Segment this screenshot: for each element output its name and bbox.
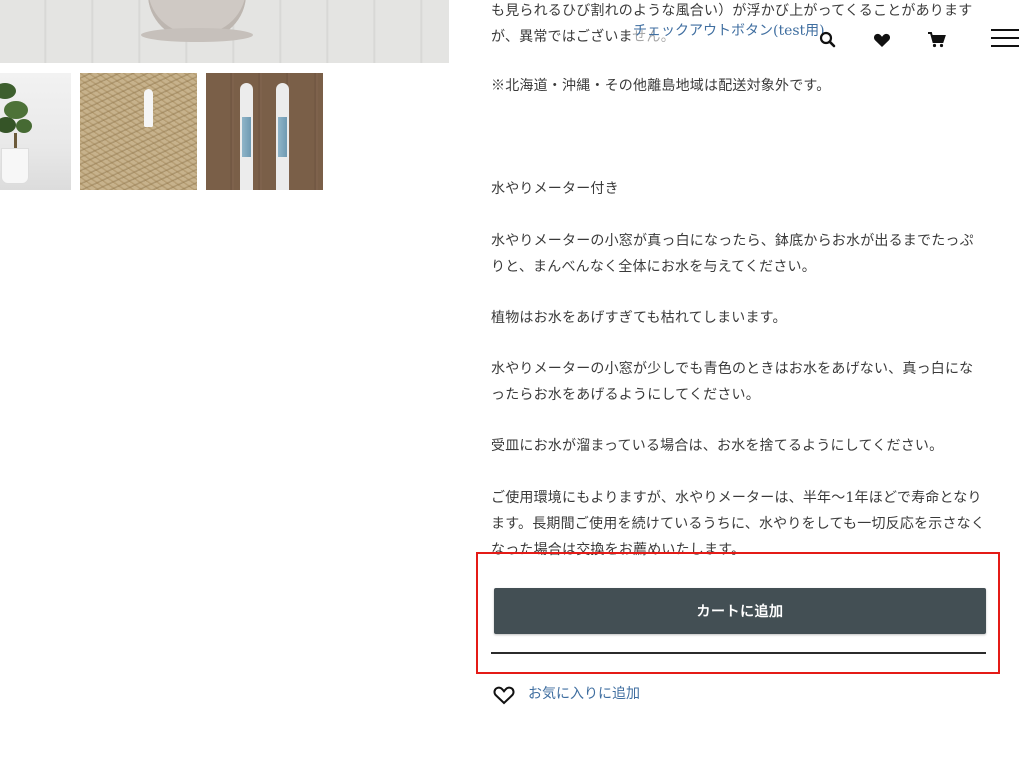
meter-window [242,117,251,157]
meter-window [278,117,287,157]
description-heading: 水やりメーター付き [491,181,619,197]
leaf [0,117,16,133]
thumbnail-water-meters[interactable] [206,73,323,190]
heart-outline-icon [491,682,517,706]
thumbnail-plant-pot[interactable] [0,73,71,190]
leaf [16,119,32,133]
hamburger-menu-icon[interactable] [990,26,1020,50]
description-paragraph: 水やりメーターの小窓が少しでも青色のときはお水をあげない、真っ白になったらお水を… [491,361,974,403]
add-to-cart-button[interactable]: カートに追加 [494,588,986,634]
checkout-test-link[interactable]: チェックアウトボタン(test用) [633,20,825,42]
leaf [0,83,16,99]
description-paragraph: 受皿にお水が溜まっている場合は、お水を捨てるようにしてください。 [491,438,944,454]
description-paragraph: ※北海道・沖縄・その他離島地域は配送対象外です。 [491,78,831,94]
description-paragraph: 水やりメーターの小窓が真っ白になったら、鉢底からお水が出るまでたっぷりと、まんべ… [491,233,974,275]
favorite-label: お気に入りに追加 [528,686,640,702]
water-meter [144,89,153,127]
water-meter [276,83,289,190]
divider [491,652,986,654]
thumbnail-meter-in-soil[interactable] [80,73,197,190]
water-meter [240,83,253,190]
cart-icon[interactable] [925,28,949,52]
saucer-shape [141,28,253,42]
description-paragraph: 植物はお水をあげすぎても枯れてしまいます。 [491,310,787,326]
white-pot [2,149,28,183]
product-page: も見られるひび割れのような風合い）が浮かび上がってくることがありますが、異常では… [0,0,1021,765]
heart-icon[interactable] [870,28,894,52]
search-icon[interactable] [816,28,840,52]
thumbnail-strip [0,73,330,190]
main-product-image[interactable] [0,0,449,63]
